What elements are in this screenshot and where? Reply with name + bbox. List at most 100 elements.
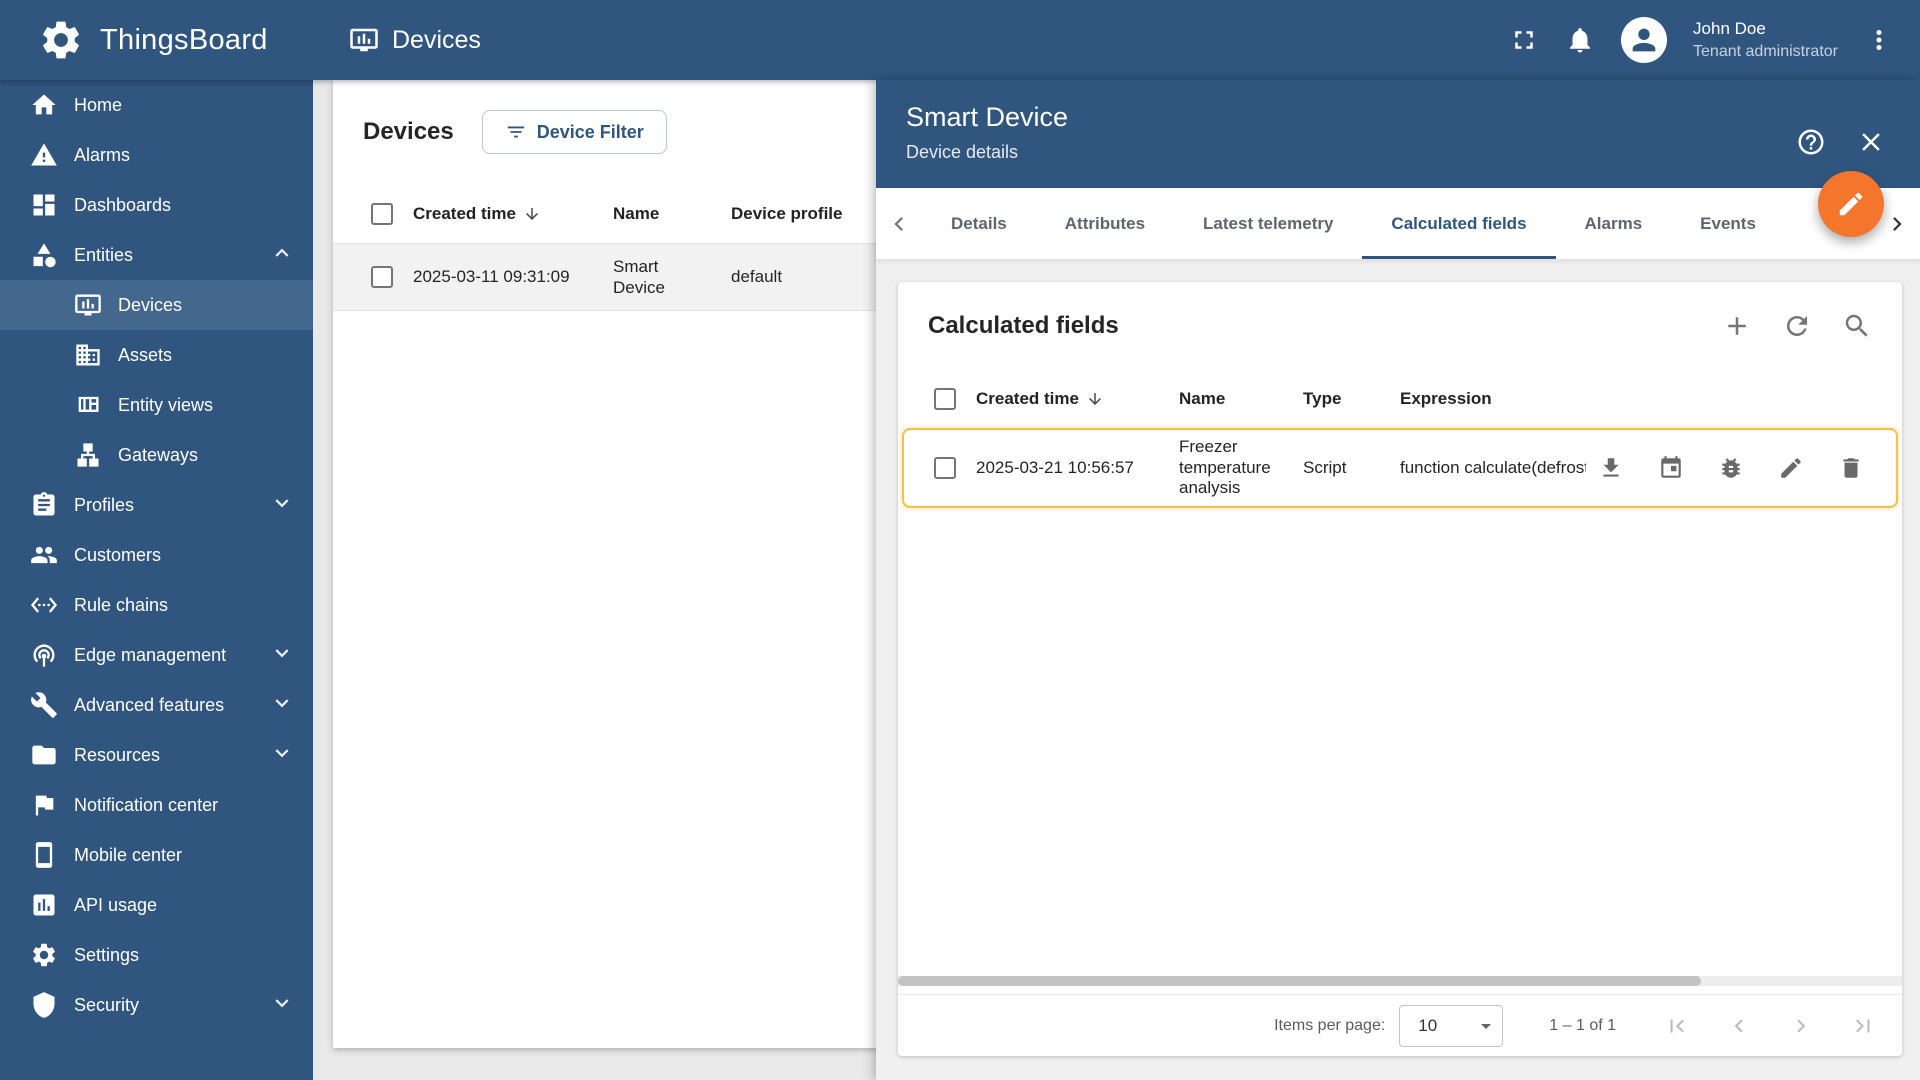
items-per-page-select[interactable]: 10 [1399,1004,1504,1047]
drawer-header: Smart Device Device details [876,80,1920,188]
calculated-fields-header: Calculated fields [898,282,1902,370]
sidebar-item-label: Entities [74,244,134,265]
calculated-fields-title: Calculated fields [928,312,1119,339]
row-actions [1586,455,1896,481]
sidebar-item-assets[interactable]: Assets [0,330,313,380]
sidebar-item-resources[interactable]: Resources [0,730,313,780]
app-logo[interactable]: ThingsBoard [0,17,313,63]
sidebar-item-label: Entity views [118,394,214,415]
last-page-icon[interactable] [1850,1013,1876,1039]
notifications-icon[interactable] [1565,25,1595,55]
drawer-title: Smart Device [906,102,1069,132]
debug-icon[interactable] [1718,455,1744,481]
sidebar-item-edge-management[interactable]: Edge management [0,630,313,680]
drawer-subtitle: Device details [906,142,1019,162]
first-page-icon[interactable] [1664,1013,1690,1039]
calculated-fields-card: Calculated fields Created time Name Type… [898,282,1902,1056]
page-title-label: Devices [392,25,481,54]
sidebar-item-label: Mobile center [74,844,183,865]
next-page-icon[interactable] [1788,1013,1814,1039]
chevron-down-icon [269,990,295,1016]
sort-desc-icon [1086,390,1104,408]
tabs-strip: Details Attributes Latest telemetry Calcula… [922,188,1874,259]
sidebar-item-dashboards[interactable]: Dashboards [0,180,313,230]
chevron-down-icon [269,690,295,716]
chevron-up-icon [269,240,295,266]
download-icon[interactable] [1598,455,1624,481]
horizontal-scrollbar[interactable] [898,976,1902,986]
refresh-icon[interactable] [1782,311,1812,341]
sidebar-item-entities[interactable]: Entities [0,230,313,280]
chevron-down-icon [269,740,295,766]
search-icon[interactable] [1842,311,1872,341]
sidebar-item-home[interactable]: Home [0,80,313,130]
sidebar-item-mobile-center[interactable]: Mobile center [0,830,313,880]
column-created-time-label: Created time [976,389,1079,408]
tabs-scroll-left-icon[interactable] [876,188,922,259]
build-icon [30,691,58,719]
select-all-checkbox[interactable] [371,202,393,225]
sidebar-item-gateways[interactable]: Gateways [0,430,313,480]
tab-attributes[interactable]: Attributes [1036,188,1174,259]
device-filter-button[interactable]: Device Filter [481,110,667,154]
column-name[interactable]: Name [613,203,731,224]
select-all-checkbox[interactable] [934,388,956,410]
sort-desc-icon [523,205,541,223]
wifi-tethering-icon [30,641,58,669]
sidebar-item-profiles[interactable]: Profiles [0,480,313,530]
sidebar-item-customers[interactable]: Customers [0,530,313,580]
calculated-field-row[interactable]: 2025-03-21 10:56:57 Freezer temperature a… [902,428,1898,508]
sidebar-item-api-usage[interactable]: API usage [0,880,313,930]
sidebar-item-rule-chains[interactable]: Rule chains [0,580,313,630]
devices-icon [349,25,379,55]
add-icon[interactable] [1722,311,1752,341]
row-checkbox[interactable] [371,266,393,288]
column-created-time-label: Created time [413,203,516,223]
tab-events[interactable]: Events [1671,188,1785,259]
edit-icon[interactable] [1778,455,1804,481]
column-expression[interactable]: Expression [1400,389,1902,409]
sidebar-item-label: Advanced features [74,694,225,715]
dashboard-icon [30,191,58,219]
row-checkbox[interactable] [934,457,956,479]
sidebar-item-label: Gateways [118,444,199,465]
column-name[interactable]: Name [1179,389,1303,410]
edit-fab[interactable] [1818,171,1884,237]
close-icon[interactable] [1856,127,1886,157]
tab-latest-telemetry[interactable]: Latest telemetry [1174,188,1362,259]
delete-icon[interactable] [1838,455,1864,481]
tab-calculated-fields[interactable]: Calculated fields [1362,188,1555,259]
help-icon[interactable] [1796,127,1826,157]
event-debug-icon[interactable] [1658,455,1684,481]
sidebar-item-entity-views[interactable]: Entity views [0,380,313,430]
more-menu-icon[interactable] [1864,25,1894,55]
avatar[interactable] [1621,17,1668,63]
scrollbar-thumb[interactable] [898,976,1702,986]
user-info[interactable]: John Doe Tenant administrator [1693,18,1838,63]
caret-down-icon [1474,1014,1498,1038]
tab-alarms[interactable]: Alarms [1556,188,1672,259]
sidebar-item-settings[interactable]: Settings [0,930,313,980]
sidebar-item-security[interactable]: Security [0,980,313,1030]
edit-icon [1836,189,1866,219]
page-range-label: 1 – 1 of 1 [1549,1016,1616,1034]
warning-icon [30,141,58,169]
chevron-down-icon [269,490,295,516]
calculated-fields-table-header: Created time Name Type Expression [898,370,1902,428]
sidebar-item-advanced-features[interactable]: Advanced features [0,680,313,730]
sidebar-item-alarms[interactable]: Alarms [0,130,313,180]
fullscreen-icon[interactable] [1509,25,1539,55]
sidebar: Home Alarms Dashboards Entities Devices Asset… [0,80,313,1080]
sidebar-item-label: Assets [118,344,173,365]
device-filter-label: Device Filter [536,121,644,142]
column-type[interactable]: Type [1303,389,1400,409]
cell-expression: function calculate(defrost [1400,458,1586,477]
sidebar-item-label: Notification center [74,794,219,815]
tab-details[interactable]: Details [922,188,1036,259]
sidebar-item-notification-center[interactable]: Notification center [0,780,313,830]
smartphone-icon [30,841,58,869]
sidebar-item-devices[interactable]: Devices [0,280,313,330]
previous-page-icon[interactable] [1726,1013,1752,1039]
column-created-time[interactable]: Created time [976,389,1179,409]
column-created-time[interactable]: Created time [413,204,613,224]
